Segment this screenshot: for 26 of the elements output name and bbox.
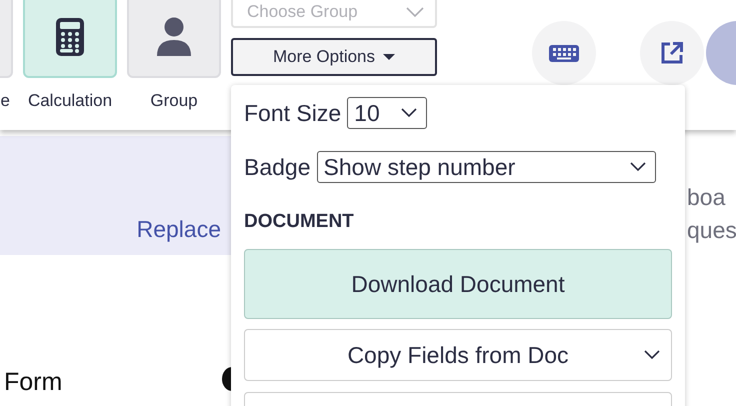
badge-select[interactable]: Show step number	[316, 151, 656, 183]
tile-label: Group	[150, 91, 198, 111]
description-text: boa	[687, 184, 726, 211]
chevron-down-icon	[400, 108, 418, 118]
tile-label: e	[0, 91, 10, 111]
download-button[interactable]: Download Document	[244, 249, 672, 319]
section-heading: DOCUMENT	[244, 211, 355, 233]
external-link-icon	[659, 40, 685, 66]
description-text: ques	[687, 217, 736, 244]
font-size-label: Font Size	[244, 100, 342, 126]
person-icon	[156, 16, 192, 56]
tool-tile[interactable]	[23, 0, 117, 78]
calculator-icon	[55, 16, 85, 56]
chevron-down-icon	[643, 350, 661, 360]
font-size-select[interactable]: 10	[347, 97, 428, 129]
chevron-down-icon	[628, 162, 647, 172]
more-options-button[interactable]: More Options	[231, 38, 437, 76]
replace-link[interactable]: Replace	[136, 216, 221, 243]
caret-icon	[383, 54, 396, 60]
tool-tile[interactable]	[127, 0, 221, 78]
keyboard-icon	[549, 43, 579, 63]
copy-fields-select[interactable]: Copy Fields from Doc	[244, 329, 672, 381]
chevron-down-icon	[405, 6, 425, 18]
tile-label: Calculation	[28, 91, 112, 111]
badge-label: Badge	[244, 154, 311, 180]
form-label: Form	[4, 368, 62, 397]
